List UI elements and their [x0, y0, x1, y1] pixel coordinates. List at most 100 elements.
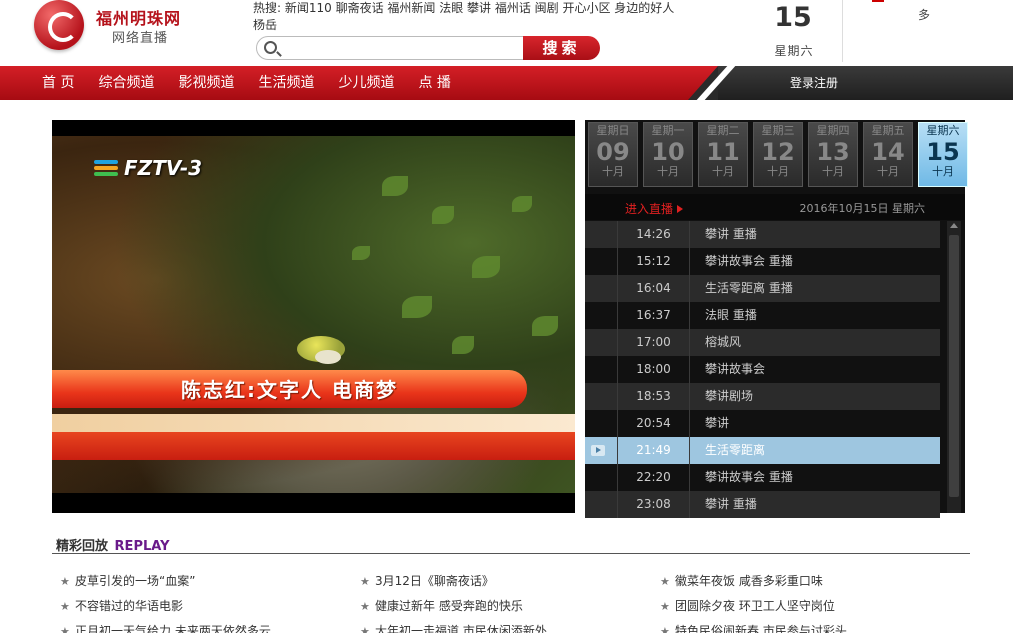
- replay-item[interactable]: ★ 不容错过的华语电影: [60, 594, 360, 619]
- row-program[interactable]: 攀讲故事会: [705, 356, 765, 383]
- weather-text: 多: [918, 8, 931, 22]
- row-program[interactable]: 攀讲剧场: [705, 383, 753, 410]
- date-day: 15: [774, 2, 812, 33]
- replay-item[interactable]: ★ 团圆除夕夜 环卫工人坚守岗位: [660, 594, 960, 619]
- schedule-row[interactable]: 23:08 攀讲 重播: [585, 491, 940, 518]
- replay-item[interactable]: ★ 健康过新年 感受奔跑的快乐: [360, 594, 660, 619]
- nav-item-5[interactable]: 点 播: [418, 66, 450, 100]
- row-time: 22:20: [618, 464, 690, 491]
- schedule-list: 14:26 攀讲 重播 15:12 攀讲故事会 重播 16:04 生活零距离 重播 16:3…: [585, 221, 940, 518]
- schedule-row[interactable]: 21:49 生活零距离: [585, 437, 940, 464]
- replay-item-title[interactable]: 团圆除夕夜 环卫工人坚守岗位: [675, 599, 835, 613]
- play-icon[interactable]: [591, 445, 605, 456]
- day-tab[interactable]: 星期五 14 十月: [863, 122, 913, 187]
- nav-item-3[interactable]: 生活频道: [258, 66, 314, 100]
- day-tab-mo: 十月: [712, 165, 734, 178]
- replay-item[interactable]: ★ 徽菜年夜饭 咸香多彩重口味: [660, 569, 960, 594]
- row-time: 18:00: [618, 356, 690, 383]
- nav-item-2[interactable]: 影视频道: [178, 66, 234, 100]
- channel-logo-icon: [94, 160, 120, 178]
- logo-icon[interactable]: [34, 0, 84, 50]
- replay-item[interactable]: ★ 3月12日《聊斋夜话》: [360, 569, 660, 594]
- search-button[interactable]: 搜索: [523, 36, 600, 60]
- day-tab-mo: 十月: [657, 165, 679, 178]
- replay-title-en: REPLAY: [114, 539, 170, 554]
- scroll-thumb[interactable]: [949, 235, 959, 497]
- video-player[interactable]: FZTV-3 陈志红:文字人 电商梦: [52, 120, 575, 513]
- schedule-row[interactable]: 16:04 生活零距离 重播: [585, 275, 940, 302]
- user-bar: [688, 66, 1013, 100]
- row-indicator: [585, 383, 618, 410]
- replay-item-title[interactable]: 3月12日《聊斋夜话》: [375, 574, 494, 588]
- row-indicator: [585, 329, 618, 356]
- row-program[interactable]: 生活零距离: [705, 437, 765, 464]
- hot-search-terms[interactable]: 新闻110 聊斋夜话 福州新闻 法眼 攀讲 福州话 闽剧 开心小区 身边的好人 …: [253, 1, 674, 32]
- scroll-up-icon[interactable]: [950, 223, 958, 228]
- guide-date: 2016年10月15日 星期六: [799, 202, 926, 215]
- replay-item-title[interactable]: 徽菜年夜饭 咸香多彩重口味: [675, 574, 823, 588]
- schedule-row[interactable]: 15:12 攀讲故事会 重播: [585, 248, 940, 275]
- day-tab[interactable]: 星期三 12 十月: [753, 122, 803, 187]
- row-indicator: [585, 221, 618, 248]
- schedule-row[interactable]: 14:26 攀讲 重播: [585, 221, 940, 248]
- replay-item-title[interactable]: 不容错过的华语电影: [75, 599, 183, 613]
- replay-item[interactable]: ★ 大年初一走福道 市民休闲添新外: [360, 619, 660, 633]
- replay-item[interactable]: ★ 皮草引发的一场“血案”: [60, 569, 360, 594]
- scrollbar[interactable]: [947, 221, 961, 513]
- replay-item-title[interactable]: 特色民俗闹新春 市民参与讨彩头: [675, 624, 847, 633]
- day-tab-wk: 星期二: [706, 124, 740, 137]
- row-program[interactable]: 攀讲: [705, 410, 729, 437]
- enter-live-link[interactable]: 进入直播: [625, 200, 684, 217]
- search-input[interactable]: [285, 39, 520, 57]
- hot-search-label: 热搜:: [253, 1, 282, 15]
- row-time: 15:12: [618, 248, 690, 275]
- schedule-row[interactable]: 16:37 法眼 重播: [585, 302, 940, 329]
- row-program[interactable]: 攀讲故事会 重播: [705, 248, 793, 275]
- row-time: 20:54: [618, 410, 690, 437]
- replay-item-title[interactable]: 正月初一天气给力 未来两天依然多云: [75, 624, 271, 633]
- replay-item-title[interactable]: 皮草引发的一场“血案”: [75, 574, 195, 588]
- star-icon: ★: [660, 600, 670, 613]
- row-program[interactable]: 攀讲故事会 重播: [705, 464, 793, 491]
- day-tab-num: 10: [651, 138, 685, 166]
- row-indicator: [585, 464, 618, 491]
- day-tab[interactable]: 星期二 11 十月: [698, 122, 748, 187]
- schedule-row[interactable]: 22:20 攀讲故事会 重播: [585, 464, 940, 491]
- day-tab[interactable]: 星期六 15 十月: [918, 122, 968, 187]
- schedule-row[interactable]: 17:00 榕城风: [585, 329, 940, 356]
- site-subtitle: 网络直播: [112, 31, 169, 46]
- row-indicator: [585, 302, 618, 329]
- nav-item-4[interactable]: 少儿频道: [338, 66, 394, 100]
- row-program[interactable]: 攀讲 重播: [705, 491, 757, 518]
- replay-item[interactable]: ★ 特色民俗闹新春 市民参与讨彩头: [660, 619, 960, 633]
- row-program[interactable]: 攀讲 重播: [705, 221, 757, 248]
- login-register-link[interactable]: 登录注册: [790, 66, 838, 100]
- day-tab-wk: 星期日: [596, 124, 630, 137]
- row-program[interactable]: 生活零距离 重播: [705, 275, 793, 302]
- day-tab-wk: 星期四: [816, 124, 850, 137]
- caption-stripe-bottom: [52, 432, 575, 460]
- row-program[interactable]: 榕城风: [705, 329, 741, 356]
- row-program[interactable]: 法眼 重播: [705, 302, 757, 329]
- replay-item-title[interactable]: 大年初一走福道 市民休闲添新外: [375, 624, 547, 633]
- schedule-row[interactable]: 18:00 攀讲故事会: [585, 356, 940, 383]
- schedule-row[interactable]: 20:54 攀讲: [585, 410, 940, 437]
- row-time: 18:53: [618, 383, 690, 410]
- day-tab-mo: 十月: [822, 165, 844, 178]
- schedule-row[interactable]: 18:53 攀讲剧场: [585, 383, 940, 410]
- day-tab-wk: 星期五: [871, 124, 905, 137]
- day-tab-wk: 星期一: [651, 124, 685, 137]
- nav-item-1[interactable]: 综合频道: [98, 66, 154, 100]
- day-tab[interactable]: 星期一 10 十月: [643, 122, 693, 187]
- replay-item-title[interactable]: 健康过新年 感受奔跑的快乐: [375, 599, 523, 613]
- star-icon: ★: [360, 600, 370, 613]
- row-time: 14:26: [618, 221, 690, 248]
- site-name[interactable]: 福州明珠网: [96, 5, 181, 29]
- day-tab[interactable]: 星期四 13 十月: [808, 122, 858, 187]
- replay-title-cn: 精彩回放: [56, 539, 109, 554]
- date-weekday: 星期六: [774, 44, 814, 58]
- day-tab-num: 13: [816, 138, 850, 166]
- day-tab[interactable]: 星期日 09 十月: [588, 122, 638, 187]
- replay-item[interactable]: ★ 正月初一天气给力 未来两天依然多云: [60, 619, 360, 633]
- nav-item-0[interactable]: 首 页: [42, 66, 74, 100]
